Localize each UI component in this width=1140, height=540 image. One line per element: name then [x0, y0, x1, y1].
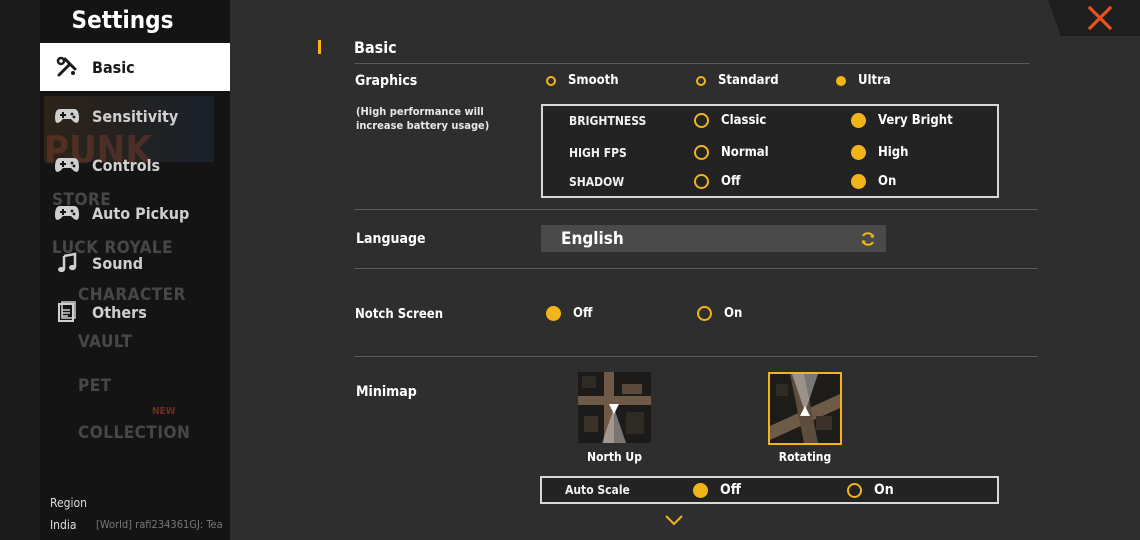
auto-scale-option-off[interactable]: Off	[693, 482, 741, 498]
option-label: Off	[721, 174, 741, 189]
sidebar-item-label: Others	[92, 302, 147, 322]
radio-icon	[694, 145, 709, 160]
option-label: Very Bright	[878, 113, 953, 128]
option-label: On	[874, 482, 894, 498]
sidebar-item-label: Controls	[92, 155, 161, 175]
sidebar-item-label: Sound	[92, 253, 144, 273]
radio-icon	[546, 75, 556, 86]
document-icon	[54, 299, 80, 325]
radio-icon	[694, 174, 709, 189]
wrench-screwdriver-icon	[54, 54, 80, 80]
option-label: On	[724, 306, 743, 321]
auto-scale-label: Auto Scale	[565, 483, 630, 497]
map-preview-image	[770, 374, 840, 443]
high-fps-label: HIGH FPS	[569, 146, 627, 160]
scroll-down-chevron-icon[interactable]	[664, 514, 684, 526]
gamepad-icon	[54, 152, 80, 178]
sidebar-item-others[interactable]: Others	[40, 288, 230, 336]
notch-screen-label: Notch Screen	[355, 307, 444, 322]
graphics-option-standard[interactable]: Standard	[696, 73, 779, 88]
option-label: Smooth	[568, 73, 619, 88]
notch-screen-option-off[interactable]: Off	[546, 306, 592, 321]
sidebar-item-sound[interactable]: Sound	[40, 239, 230, 287]
brightness-option-very-bright[interactable]: Very Bright	[851, 113, 953, 128]
option-label: Normal	[721, 145, 769, 160]
sidebar-item-auto-pickup[interactable]: Auto Pickup	[40, 189, 230, 237]
shadow-label: SHADOW	[569, 175, 625, 189]
music-note-icon	[54, 250, 80, 276]
gamepad-icon	[54, 200, 80, 226]
sidebar-item-label: Basic	[92, 57, 135, 77]
sidebar-item-sensitivity[interactable]: Sensitivity	[40, 92, 230, 140]
settings-sidebar: PUNK STORE LUCK ROYALE CHARACTER VAULT P…	[40, 0, 230, 540]
close-icon	[1087, 5, 1113, 31]
minimap-rotating-thumbnail[interactable]	[768, 372, 842, 445]
section-title-basic: Basic	[354, 38, 397, 57]
option-label: High	[878, 145, 909, 160]
graphics-option-smooth[interactable]: Smooth	[546, 73, 619, 88]
radio-selected-icon	[851, 145, 866, 160]
background-menu-pet: PET	[78, 376, 112, 396]
divider	[354, 356, 1038, 357]
language-label: Language	[356, 231, 426, 247]
radio-selected-icon	[693, 482, 708, 498]
radio-icon	[696, 75, 706, 86]
language-select[interactable]: English	[541, 225, 886, 252]
radio-icon	[847, 482, 862, 498]
divider	[354, 209, 1038, 210]
brightness-label: BRIGHTNESS	[569, 114, 647, 128]
option-label: Off	[573, 306, 593, 321]
divider	[354, 268, 1038, 269]
gamepad-icon	[54, 103, 80, 129]
radio-selected-icon	[836, 75, 846, 86]
radio-selected-icon	[546, 306, 561, 321]
language-value: English	[561, 228, 624, 249]
settings-title: Settings	[71, 6, 174, 34]
minimap-label: Minimap	[356, 384, 417, 400]
radio-icon	[697, 306, 712, 321]
left-edge-strip	[0, 0, 40, 540]
option-label: Classic	[721, 113, 767, 128]
brightness-option-classic[interactable]: Classic	[694, 113, 766, 128]
high-fps-option-normal[interactable]: Normal	[694, 145, 769, 160]
sidebar-item-label: Auto Pickup	[92, 203, 190, 223]
chat-preview[interactable]: [World] rafi234361GJ: Tea	[96, 518, 223, 531]
graphics-label: Graphics	[355, 73, 418, 89]
option-label: Ultra	[858, 73, 891, 88]
high-fps-option-high[interactable]: High	[851, 145, 909, 160]
notch-screen-option-on[interactable]: On	[697, 306, 742, 321]
shadow-option-on[interactable]: On	[851, 174, 896, 189]
sidebar-item-controls[interactable]: Controls	[40, 141, 230, 189]
option-label: Off	[720, 482, 741, 498]
radio-selected-icon	[851, 113, 866, 128]
sidebar-item-label: Sensitivity	[92, 106, 179, 126]
sidebar-item-basic[interactable]: Basic	[40, 43, 230, 91]
option-label: On	[878, 174, 897, 189]
map-preview-image	[578, 372, 651, 443]
cycle-arrows-icon	[862, 232, 874, 246]
new-badge: NEW	[152, 406, 176, 417]
section-accent-bar	[318, 40, 321, 54]
option-label: Standard	[718, 73, 779, 88]
region-value: India	[50, 518, 77, 532]
radio-icon	[694, 113, 709, 128]
radio-selected-icon	[851, 174, 866, 189]
minimap-north-up-thumbnail[interactable]	[578, 372, 651, 443]
graphics-option-ultra[interactable]: Ultra	[836, 73, 891, 88]
auto-scale-option-on[interactable]: On	[847, 482, 894, 498]
divider	[354, 63, 1030, 64]
graphics-battery-note: (High performance will increase battery …	[356, 105, 490, 132]
close-button[interactable]	[1086, 4, 1114, 32]
shadow-option-off[interactable]: Off	[694, 174, 740, 189]
minimap-north-up-caption: North Up	[587, 450, 642, 464]
background-menu-collection: COLLECTION	[78, 423, 191, 443]
minimap-rotating-caption: Rotating	[778, 450, 832, 464]
region-label: Region	[50, 496, 87, 510]
